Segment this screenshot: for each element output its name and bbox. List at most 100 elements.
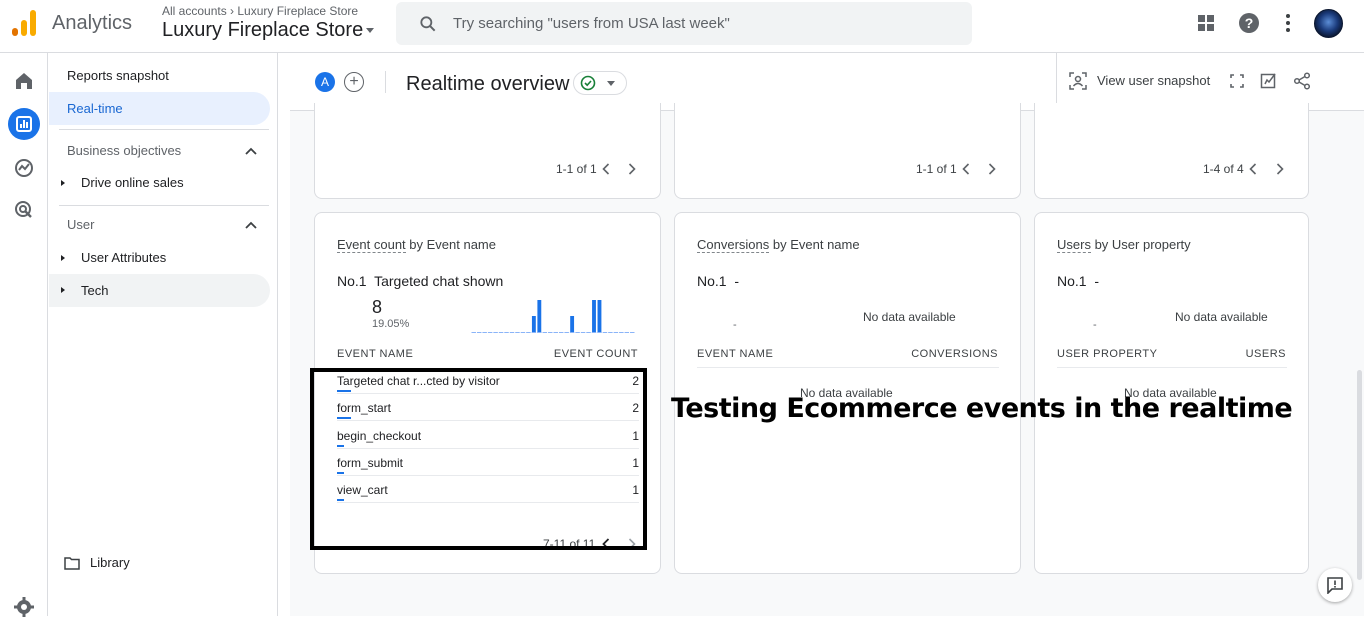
column-header-event-name[interactable]: EVENT NAME xyxy=(337,348,413,360)
sparkline-baseline xyxy=(586,332,591,333)
user-snapshot-icon[interactable] xyxy=(1069,72,1087,90)
sparkline-baseline xyxy=(558,332,564,333)
chevron-up-icon[interactable] xyxy=(245,147,257,155)
folder-icon xyxy=(64,557,80,570)
metric-label[interactable]: Users xyxy=(1057,237,1091,253)
scrollbar[interactable] xyxy=(1357,370,1362,580)
top-item-value: - xyxy=(733,319,737,331)
top-item-percent: 19.05% xyxy=(372,318,410,330)
nav-reports-snapshot[interactable]: Reports snapshot xyxy=(49,59,270,92)
top-item: No.1 Targeted chat shown xyxy=(337,273,503,289)
feedback-button[interactable] xyxy=(1318,568,1352,602)
sparkline-baseline xyxy=(630,332,635,333)
page-title: Realtime overview xyxy=(406,73,570,95)
rank-label: No.1 xyxy=(1057,273,1087,289)
sparkline-baseline xyxy=(537,332,542,333)
check-circle-icon xyxy=(580,75,596,91)
top-item-value: 8 xyxy=(372,297,383,317)
divider xyxy=(1057,367,1287,368)
reports-icon[interactable] xyxy=(8,108,40,140)
column-header-event-count[interactable]: EVENT COUNT xyxy=(554,348,638,360)
chevron-right-icon[interactable] xyxy=(628,163,636,175)
avatar[interactable] xyxy=(1314,9,1343,38)
advertising-icon[interactable] xyxy=(8,194,40,226)
account-breadcrumb[interactable]: All accounts › Luxury Fireplace Store xyxy=(162,4,358,18)
sparkline-baseline xyxy=(482,332,487,333)
sparkline-baseline xyxy=(487,332,493,333)
expand-arrow-icon xyxy=(61,287,65,293)
sparkline-baseline xyxy=(542,332,548,333)
card-title: Users by User property xyxy=(1057,237,1191,253)
divider xyxy=(697,367,999,368)
comparison-chip[interactable]: A xyxy=(315,72,335,92)
app-name: Analytics xyxy=(52,12,133,34)
search-icon xyxy=(420,16,436,32)
column-header-conversions[interactable]: CONVERSIONS xyxy=(911,348,998,360)
sparkline-baseline xyxy=(564,332,569,333)
divider xyxy=(385,71,386,93)
sparkline-baseline xyxy=(619,332,624,333)
chart-empty-message: No data available xyxy=(1175,310,1268,324)
nav-user-attributes[interactable]: User Attributes xyxy=(49,241,270,274)
sparkline-baseline xyxy=(624,332,630,333)
settings-gear-icon[interactable] xyxy=(8,591,40,623)
share-icon[interactable] xyxy=(1293,72,1311,90)
feedback-icon xyxy=(1327,577,1343,594)
sparkline-chart xyxy=(471,300,635,333)
top-item-name: Targeted chat shown xyxy=(374,273,504,289)
left-rail xyxy=(0,53,48,617)
chevron-left-icon[interactable] xyxy=(962,163,970,175)
dimension-label: by Event name xyxy=(769,237,860,252)
column-header-user-property[interactable]: USER PROPERTY xyxy=(1057,348,1157,360)
nav-library[interactable]: Library xyxy=(90,555,130,570)
caret-down-icon[interactable] xyxy=(366,28,374,33)
sparkline-baseline xyxy=(597,332,602,333)
top-item-name: - xyxy=(734,273,740,289)
more-vert-icon[interactable] xyxy=(1277,12,1299,34)
card-title: Conversions by Event name xyxy=(697,237,860,253)
card-top-1: 1-1 of 1 xyxy=(314,103,661,199)
nav-section-user[interactable]: User xyxy=(67,217,94,232)
reports-nav: Reports snapshot Real-time Business obje… xyxy=(49,53,278,616)
chevron-left-icon[interactable] xyxy=(1249,163,1257,175)
view-user-snapshot-button[interactable]: View user snapshot xyxy=(1097,73,1210,88)
caret-down-icon xyxy=(607,81,615,86)
metric-label[interactable]: Conversions xyxy=(697,237,770,253)
analytics-logo-icon[interactable] xyxy=(12,10,36,36)
add-comparison-button[interactable]: + xyxy=(344,72,364,92)
chevron-right-icon[interactable] xyxy=(988,163,996,175)
sparkline-baseline xyxy=(531,332,537,333)
sparkline-baseline xyxy=(569,332,575,333)
status-dropdown[interactable] xyxy=(573,71,627,95)
nav-section-business-objectives[interactable]: Business objectives xyxy=(67,143,181,158)
search-box[interactable]: Try searching "users from USA last week" xyxy=(396,2,972,45)
chevron-left-icon[interactable] xyxy=(602,163,610,175)
fullscreen-icon[interactable] xyxy=(1230,74,1244,88)
nav-drive-online-sales[interactable]: Drive online sales xyxy=(49,166,270,199)
sparkline-bar xyxy=(570,316,575,332)
sparkline-baseline xyxy=(526,332,531,333)
pagination-label: 1-1 of 1 xyxy=(556,162,597,176)
edit-report-icon[interactable] xyxy=(1260,72,1278,90)
column-header-event-name[interactable]: EVENT NAME xyxy=(697,348,773,360)
account-selector[interactable]: Luxury Fireplace Store xyxy=(162,19,363,42)
home-icon[interactable] xyxy=(8,65,40,97)
card-top-2: 1-1 of 1 xyxy=(674,103,1021,199)
sparkline-baseline xyxy=(493,332,498,333)
chevron-up-icon[interactable] xyxy=(245,221,257,229)
explore-icon[interactable] xyxy=(8,152,40,184)
search-input[interactable]: Try searching "users from USA last week" xyxy=(453,15,730,32)
help-icon[interactable]: ? xyxy=(1238,12,1260,34)
nav-tech[interactable]: Tech xyxy=(49,274,270,307)
chevron-right-icon[interactable] xyxy=(1276,163,1284,175)
nav-realtime[interactable]: Real-time xyxy=(49,92,270,125)
top-bar: Analytics All accounts › Luxury Fireplac… xyxy=(0,0,1364,53)
apps-grid-icon[interactable] xyxy=(1195,12,1217,34)
dimension-label: by User property xyxy=(1090,237,1191,252)
sparkline-baseline xyxy=(553,332,558,333)
sparkline-bar xyxy=(592,300,596,332)
column-header-users[interactable]: USERS xyxy=(1246,348,1286,360)
metric-label[interactable]: Event count xyxy=(337,237,406,253)
chart-empty-message: No data available xyxy=(863,310,956,324)
card-title: Event count by Event name xyxy=(337,237,496,253)
